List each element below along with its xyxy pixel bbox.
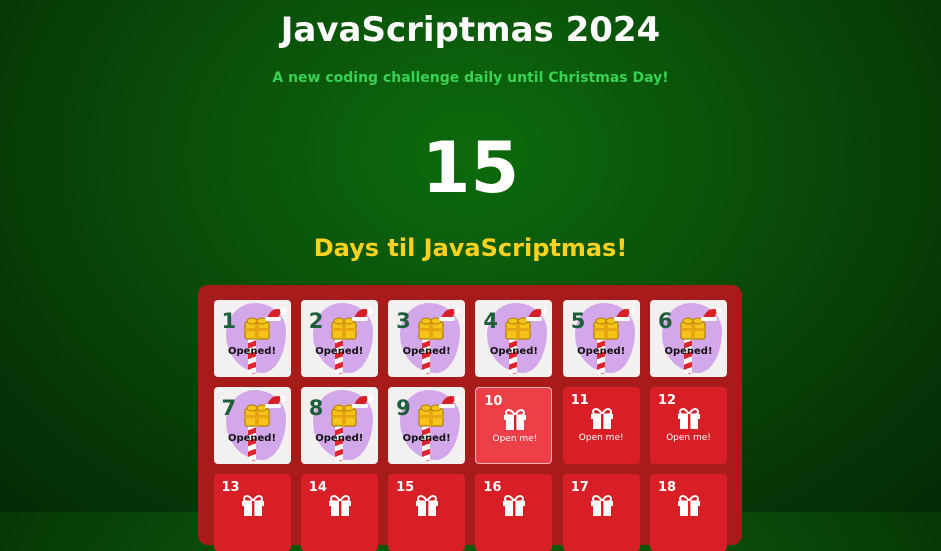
calendar-door-18[interactable]: 18 <box>650 474 727 551</box>
page-title: JavaScriptmas 2024 <box>280 10 661 50</box>
santa-hat-icon <box>613 306 635 322</box>
santa-hat-icon <box>438 393 461 409</box>
santa-hat-icon <box>438 306 461 322</box>
door-number: 3 <box>396 309 411 333</box>
calendar-door-3[interactable]: 3 Opened! <box>388 300 466 377</box>
calendar-door-7[interactable]: 7 Opened! <box>213 387 291 464</box>
santa-hat-icon <box>351 393 373 409</box>
santa-hat-icon <box>700 306 722 322</box>
santa-hat-icon <box>525 306 548 322</box>
open-me-label: Open me! <box>666 433 711 443</box>
opened-label: Opened! <box>315 346 364 357</box>
calendar-door-2[interactable]: 2 Opened! <box>300 300 378 377</box>
door-number: 2 <box>308 309 324 333</box>
gift-icon <box>590 494 614 516</box>
santa-hat-icon <box>351 306 373 322</box>
calendar-door-13[interactable]: 13 <box>213 474 291 551</box>
calendar-door-8[interactable]: 8 Opened! <box>300 387 378 464</box>
opened-label: Opened! <box>402 346 451 357</box>
door-number: 7 <box>221 396 237 420</box>
gift-icon <box>502 494 526 516</box>
gift-icon <box>328 494 352 516</box>
gift-icon <box>677 407 701 429</box>
door-number: 5 <box>570 309 586 333</box>
calendar-door-4[interactable]: 4 Opened! <box>475 300 553 377</box>
gift-icon <box>503 408 527 430</box>
door-number: 1 <box>221 309 237 333</box>
gift-icon <box>415 494 439 516</box>
gift-icon <box>590 407 614 429</box>
open-me-label: Open me! <box>492 434 538 444</box>
calendar-door-12[interactable]: 12 Open me! <box>650 387 727 464</box>
calendar-door-16[interactable]: 16 <box>475 474 553 551</box>
calendar-door-10[interactable]: 10 Open me! <box>475 387 553 464</box>
open-me-label: Open me! <box>578 433 624 443</box>
opened-label: Opened! <box>402 433 451 444</box>
countdown-label: Days til JavaScriptmas! <box>313 234 628 262</box>
calendar-door-6[interactable]: 6 Opened! <box>650 300 727 377</box>
calendar-door-9[interactable]: 9 Opened! <box>388 387 466 464</box>
gift-icon <box>241 494 265 516</box>
door-number: 4 <box>483 309 499 333</box>
opened-label: Opened! <box>577 346 626 357</box>
door-number: 9 <box>396 396 411 420</box>
door-number: 8 <box>308 396 324 420</box>
gift-icon <box>677 494 701 516</box>
opened-label: Opened! <box>227 346 277 357</box>
door-number: 16 <box>483 480 502 495</box>
door-number: 10 <box>484 394 503 409</box>
door-number: 17 <box>570 480 589 495</box>
santa-hat-icon <box>264 393 286 409</box>
door-number: 18 <box>658 480 677 495</box>
advent-calendar: 1 Opened! 2 Opened! 3 Opened! 4 Opened! 5 Opened!… <box>198 285 742 551</box>
opened-label: Opened! <box>664 346 713 357</box>
calendar-door-11[interactable]: 11 Open me! <box>562 387 640 464</box>
door-number: 15 <box>396 480 415 495</box>
page-subtitle: A new coding challenge daily until Chris… <box>272 70 669 86</box>
calendar-door-5[interactable]: 5 Opened! <box>562 300 640 377</box>
calendar-door-14[interactable]: 14 <box>300 474 378 551</box>
opened-label: Opened! <box>315 433 364 444</box>
calendar-door-15[interactable]: 15 <box>388 474 466 551</box>
countdown-number: 15 <box>421 127 520 209</box>
calendar-door-17[interactable]: 17 <box>562 474 640 551</box>
door-number: 6 <box>658 309 673 333</box>
door-number: 14 <box>308 480 327 495</box>
door-number: 12 <box>658 393 677 408</box>
door-number: 11 <box>570 393 589 408</box>
santa-hat-icon <box>264 306 286 322</box>
opened-label: Opened! <box>489 346 538 357</box>
opened-label: Opened! <box>227 433 277 444</box>
door-number: 13 <box>221 480 240 495</box>
calendar-door-1[interactable]: 1 Opened! <box>213 300 291 377</box>
